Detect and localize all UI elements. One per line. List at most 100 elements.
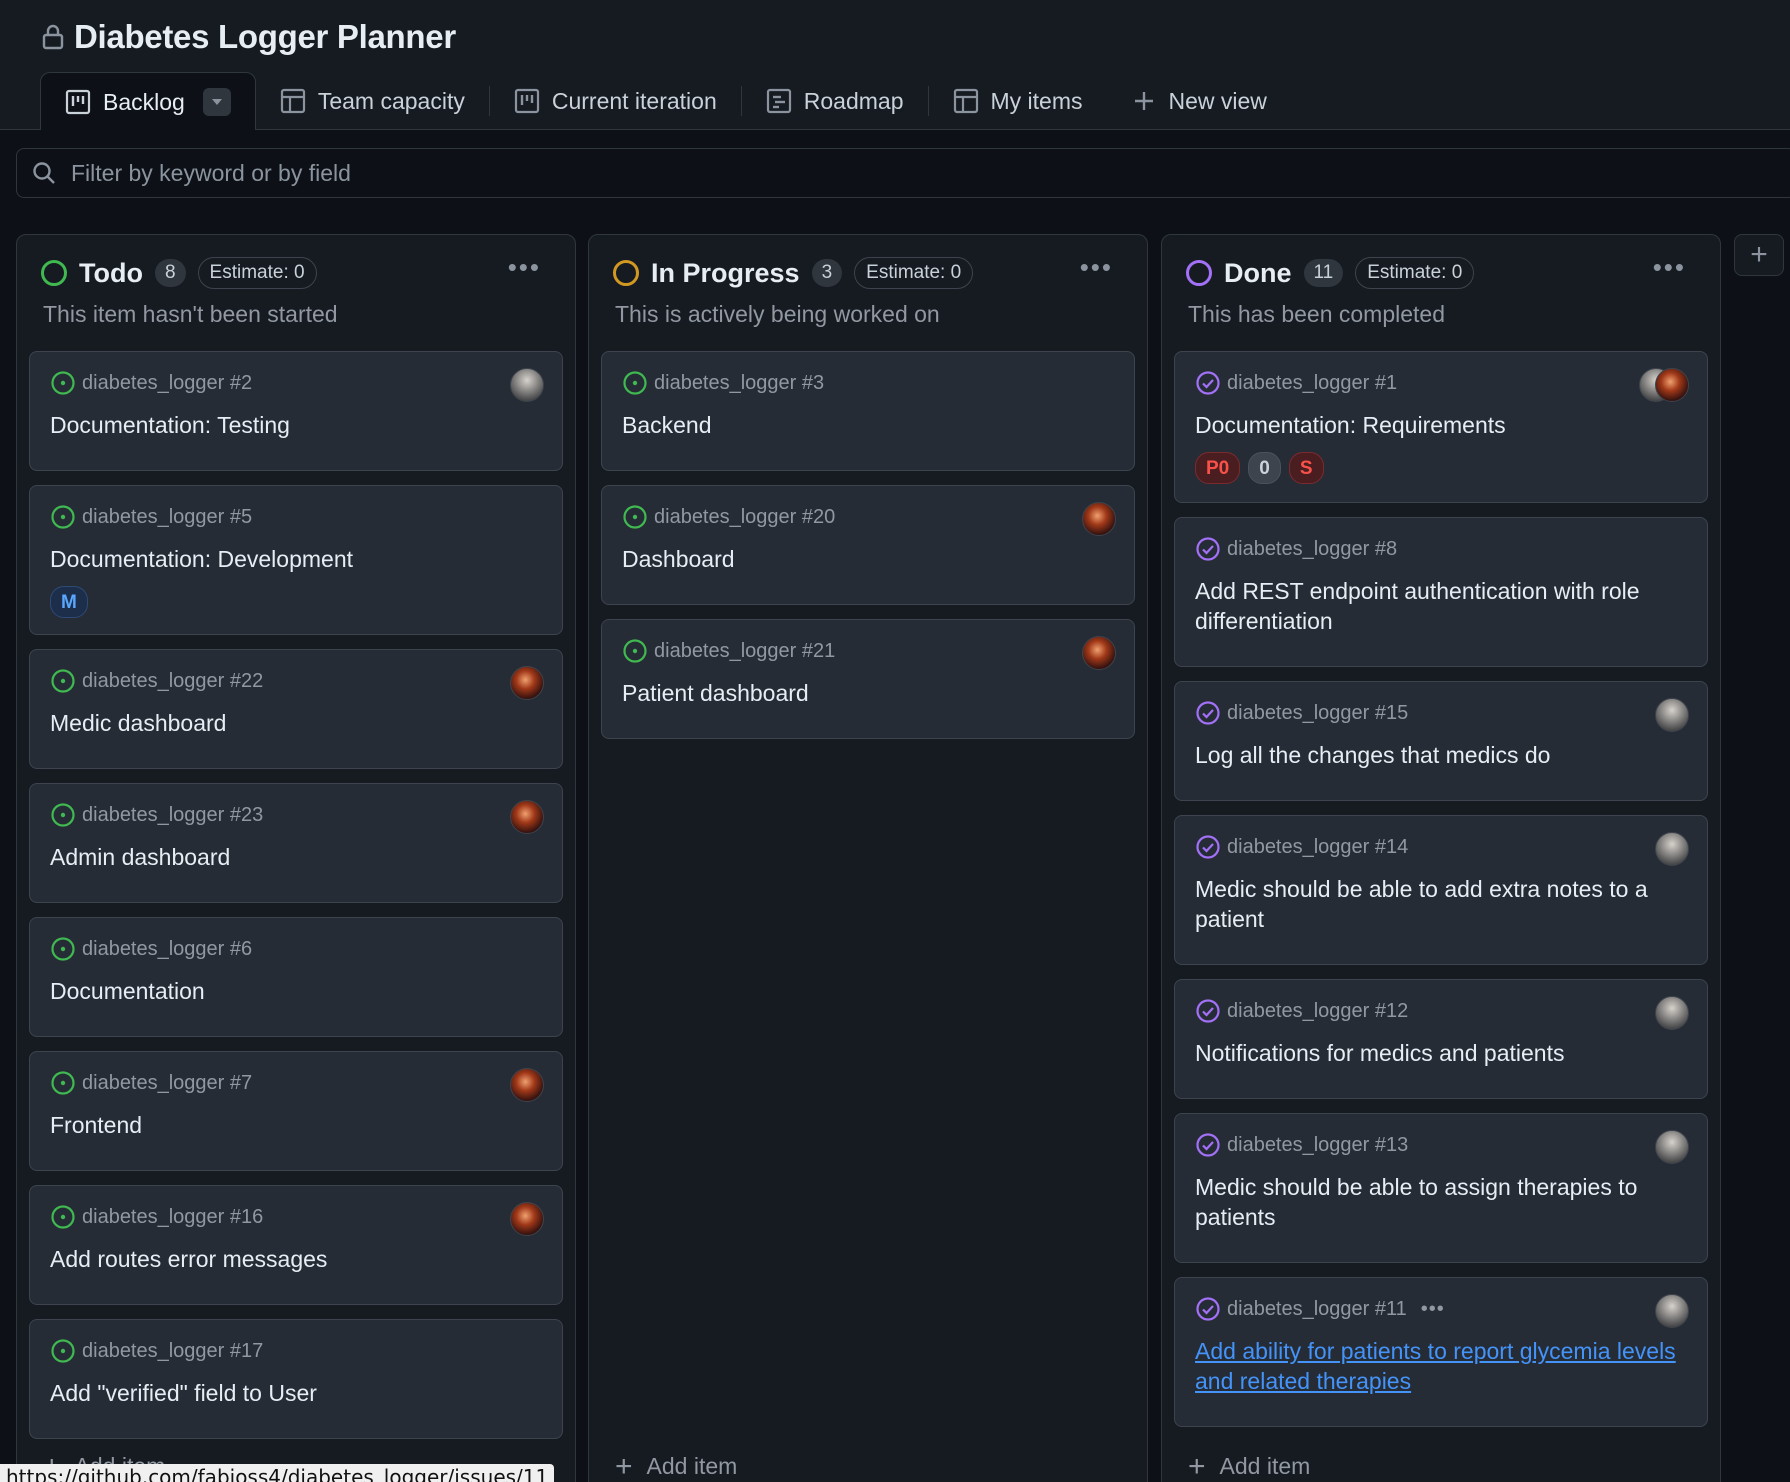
issue-title[interactable]: Frontend [50, 1110, 540, 1140]
issue-reference[interactable]: diabetes_logger #8 [1227, 538, 1397, 561]
assignee-avatar[interactable] [1082, 502, 1116, 536]
tab-team-capacity[interactable]: Team capacity [256, 72, 489, 130]
issue-card[interactable]: diabetes_logger #7 Frontend [29, 1051, 563, 1171]
issue-reference[interactable]: diabetes_logger #12 [1227, 1000, 1408, 1023]
issue-card[interactable]: diabetes_logger #21 Patient dashboard [601, 619, 1135, 739]
issue-title[interactable]: Medic should be able to assign therapies… [1195, 1172, 1685, 1232]
new-view-button[interactable]: New view [1107, 72, 1291, 130]
assignee-avatar[interactable] [510, 800, 544, 834]
issue-title[interactable]: Documentation [50, 976, 540, 1006]
issue-card[interactable]: diabetes_logger #3 Backend [601, 351, 1135, 471]
assignee-avatar[interactable] [510, 1202, 544, 1236]
assignee-avatar[interactable] [1655, 1294, 1689, 1328]
issue-title[interactable]: Add routes error messages [50, 1244, 540, 1274]
assignee-avatar[interactable] [510, 368, 544, 402]
issue-reference[interactable]: diabetes_logger #13 [1227, 1134, 1408, 1157]
column-header: Todo 8 Estimate: 0 [41, 257, 317, 289]
issue-title[interactable]: Backend [622, 410, 1112, 440]
estimate-label[interactable]: 0 [1248, 452, 1281, 484]
issue-reference[interactable]: diabetes_logger #14 [1227, 836, 1408, 859]
tab-backlog[interactable]: Backlog [40, 72, 256, 131]
assignee-avatar[interactable] [1655, 368, 1689, 402]
assignee-avatar[interactable] [1082, 636, 1116, 670]
issue-card[interactable]: diabetes_logger #13 Medic should be able… [1174, 1113, 1708, 1263]
issue-reference[interactable]: diabetes_logger #16 [82, 1206, 263, 1229]
issue-card[interactable]: diabetes_logger #6 Documentation [29, 917, 563, 1037]
assignee-avatar[interactable] [1655, 996, 1689, 1030]
issue-reference[interactable]: diabetes_logger #2 [82, 372, 252, 395]
card-meta: diabetes_logger #6 [50, 936, 252, 962]
tab-current-iteration[interactable]: Current iteration [490, 72, 741, 130]
assignee-avatar[interactable] [1655, 698, 1689, 732]
issue-card[interactable]: diabetes_logger #8 Add REST endpoint aut… [1174, 517, 1708, 667]
open-issue-icon [51, 371, 75, 395]
assignee-avatar[interactable] [510, 1068, 544, 1102]
issue-reference[interactable]: diabetes_logger #1 [1227, 372, 1397, 395]
assignee-avatar[interactable] [1655, 832, 1689, 866]
issue-reference[interactable]: diabetes_logger #11 [1227, 1298, 1407, 1321]
issue-card[interactable]: diabetes_logger #5 Documentation: Develo… [29, 485, 563, 635]
column-menu-button[interactable]: ••• [1080, 254, 1113, 280]
tab-roadmap[interactable]: Roadmap [742, 72, 928, 130]
issue-reference[interactable]: diabetes_logger #21 [654, 640, 835, 663]
issue-title-link[interactable]: Add ability for patients to report glyce… [1195, 1336, 1685, 1396]
issue-card[interactable]: diabetes_logger #11 ••• Add ability for … [1174, 1277, 1708, 1427]
issue-card[interactable]: diabetes_logger #23 Admin dashboard [29, 783, 563, 903]
board-icon [514, 88, 539, 114]
add-column-button[interactable]: + [1734, 234, 1784, 276]
issue-card[interactable]: diabetes_logger #16 Add routes error mes… [29, 1185, 563, 1305]
column-in-progress: In Progress 3 Estimate: 0 ••• This is ac… [588, 234, 1148, 1482]
issue-card[interactable]: diabetes_logger #15 Log all the changes … [1174, 681, 1708, 801]
issue-reference[interactable]: diabetes_logger #6 [82, 938, 252, 961]
assignee-avatar[interactable] [510, 666, 544, 700]
size-label[interactable]: M [50, 586, 88, 618]
issue-card[interactable]: diabetes_logger #17 Add "verified" field… [29, 1319, 563, 1439]
priority-label[interactable]: P0 [1195, 452, 1241, 484]
assignee-avatar[interactable] [1655, 1130, 1689, 1164]
issue-title[interactable]: Medic should be able to add extra notes … [1195, 874, 1685, 934]
add-item-button[interactable]: + Add item [615, 1451, 737, 1481]
filter-input[interactable] [71, 159, 1671, 187]
issue-reference[interactable]: diabetes_logger #20 [654, 506, 835, 529]
issue-title[interactable]: Documentation: Requirements [1195, 410, 1685, 440]
issue-card[interactable]: diabetes_logger #22 Medic dashboard [29, 649, 563, 769]
open-issue-icon [51, 803, 75, 827]
issue-card[interactable]: diabetes_logger #14 Medic should be able… [1174, 815, 1708, 965]
issue-title[interactable]: Log all the changes that medics do [1195, 740, 1685, 770]
issue-title[interactable]: Medic dashboard [50, 708, 540, 738]
filter-field[interactable] [16, 148, 1790, 198]
issue-title[interactable]: Notifications for medics and patients [1195, 1038, 1685, 1068]
card-meta: diabetes_logger #15 [1195, 700, 1408, 726]
column-count: 11 [1303, 259, 1344, 287]
issue-title[interactable]: Admin dashboard [50, 842, 540, 872]
issue-title[interactable]: Documentation: Development [50, 544, 540, 574]
issue-title[interactable]: Add REST endpoint authentication with ro… [1195, 576, 1685, 636]
column-title: In Progress [651, 257, 800, 288]
issue-card[interactable]: diabetes_logger #12 Notifications for me… [1174, 979, 1708, 1099]
issue-reference[interactable]: diabetes_logger #3 [654, 372, 824, 395]
issue-title[interactable]: Add "verified" field to User [50, 1378, 540, 1408]
issue-card[interactable]: diabetes_logger #1 Documentation: Requir… [1174, 351, 1708, 503]
issue-reference[interactable]: diabetes_logger #7 [82, 1072, 252, 1095]
issue-reference[interactable]: diabetes_logger #17 [82, 1340, 263, 1363]
issue-reference[interactable]: diabetes_logger #15 [1227, 702, 1408, 725]
issue-card[interactable]: diabetes_logger #2 Documentation: Testin… [29, 351, 563, 471]
issue-reference[interactable]: diabetes_logger #22 [82, 670, 263, 693]
issue-title[interactable]: Documentation: Testing [50, 410, 540, 440]
size-label[interactable]: S [1288, 452, 1324, 484]
add-item-button[interactable]: + Add item [1188, 1451, 1310, 1481]
project-header: Diabetes Logger Planner Backlog Team cap… [0, 0, 1790, 131]
column-menu-button[interactable]: ••• [1653, 254, 1686, 280]
issue-reference[interactable]: diabetes_logger #23 [82, 804, 263, 827]
tab-dropdown-button[interactable] [202, 88, 231, 116]
column-menu-button[interactable]: ••• [508, 254, 541, 280]
issue-reference[interactable]: diabetes_logger #5 [82, 506, 252, 529]
issue-card[interactable]: diabetes_logger #20 Dashboard [601, 485, 1135, 605]
card-more-button[interactable]: ••• [1421, 1298, 1445, 1321]
issue-title[interactable]: Patient dashboard [622, 678, 1112, 708]
closed-issue-icon [1196, 999, 1220, 1023]
tab-my-items[interactable]: My items [929, 72, 1107, 130]
status-todo-icon [41, 260, 67, 286]
assignee-avatars[interactable] [1639, 368, 1689, 402]
issue-title[interactable]: Dashboard [622, 544, 1112, 574]
